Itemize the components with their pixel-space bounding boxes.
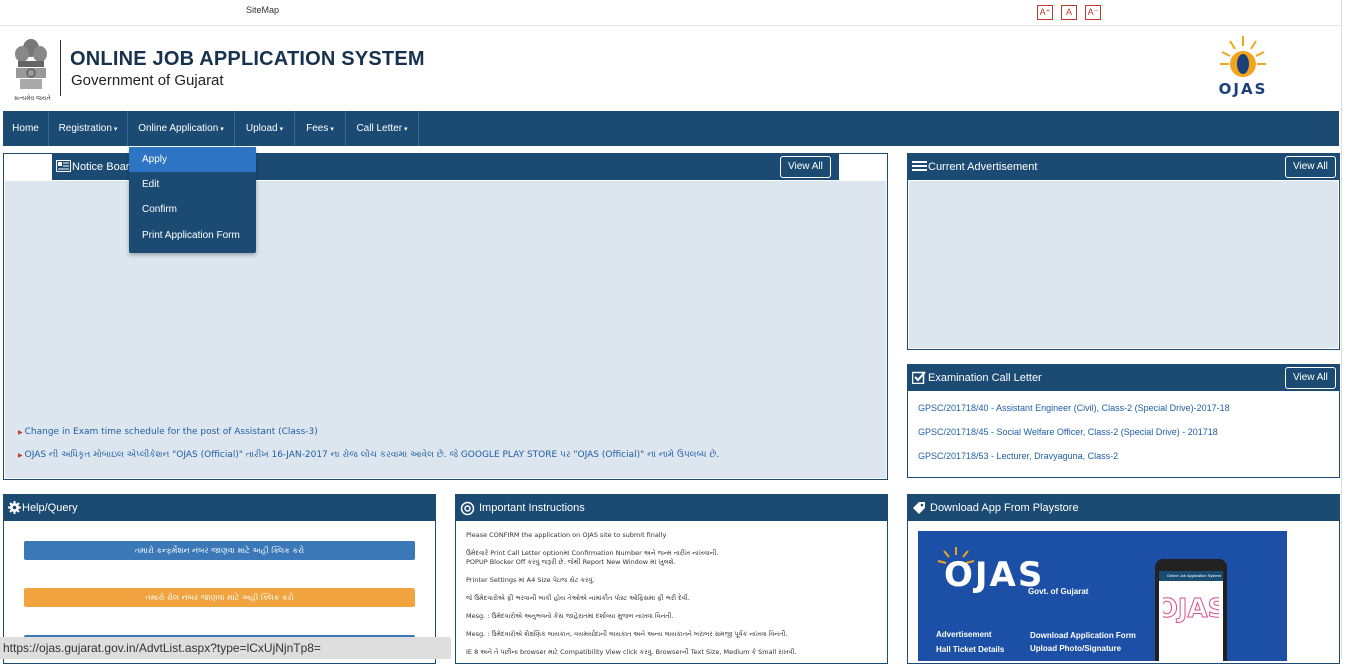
chevron-down-icon: ▾	[404, 126, 408, 133]
news-item-text: OJAS ની અધિકૃત મોબાઇલ એપ્લીકેશન "OJAS (O…	[24, 450, 720, 460]
roll-number-button[interactable]: તમારો રોલ નંબર જાણવા માટે અહી ક્લિક કરો	[24, 588, 415, 607]
instructions-header: Important Instructions	[456, 495, 887, 521]
menu-item-print-application-form[interactable]: Print Application Form	[129, 223, 256, 248]
sitemap-link[interactable]: SiteMap	[246, 5, 279, 15]
current-advertisement-panel: Current Advertisement View All	[907, 153, 1340, 350]
settings-icon	[460, 501, 475, 519]
tag-icon	[912, 501, 926, 518]
header-divider	[60, 40, 61, 96]
nav-online-application[interactable]: Online Application ▾	[128, 111, 235, 146]
nav-registration[interactable]: Registration ▾	[49, 111, 128, 146]
help-query-title: Help/Query	[22, 502, 78, 514]
list-icon	[912, 160, 927, 175]
font-normal-button[interactable]: A	[1061, 5, 1077, 20]
important-instructions-panel: Important Instructions Please CONFIRM th…	[455, 494, 888, 664]
instruction-line: POPUP Blocker Off કરવું જરૂરી છે. જેથી R…	[466, 558, 676, 566]
phone-ojas-graphic: OJAS	[1163, 594, 1219, 625]
phone-app-bar: Online Job Application System	[1159, 571, 1223, 581]
logo-text: OJAS	[1219, 80, 1268, 98]
nav-call-letter[interactable]: Call Letter ▾	[346, 111, 419, 146]
instruction-line: Printer Settings માં A4 Size પેઇજ સેટ કર…	[466, 576, 595, 584]
news-item-text: Change in Exam time schedule for the pos…	[24, 427, 318, 437]
ojas-sun-icon: OJAS	[1219, 36, 1268, 98]
nav-upload-label: Upload	[245, 123, 278, 134]
font-increase-button[interactable]: A⁺	[1037, 5, 1053, 20]
instruction-line: Please CONFIRM the application on OJAS s…	[466, 531, 667, 539]
page-title: ONLINE JOB APPLICATION SYSTEM	[70, 48, 425, 70]
chevron-down-icon: ▾	[279, 126, 284, 133]
download-app-panel: Download App From Playstore OJAS Govt. o…	[907, 494, 1340, 664]
call-letter-link[interactable]: GPSC/201718/53 - Lecturer, Dravyaguna, C…	[918, 451, 1118, 461]
chevron-down-icon: ▾	[220, 126, 224, 133]
nav-online-application-label: Online Application	[138, 123, 219, 134]
playstore-app-banner[interactable]: OJAS Govt. of Gujarat Advertisement Hall…	[918, 531, 1287, 661]
font-decrease-button[interactable]: A⁻	[1085, 5, 1101, 20]
call-letter-panel: Examination Call Letter View All GPSC/20…	[907, 364, 1340, 478]
banner-feature: Download Application Form	[1030, 631, 1136, 640]
emblem-caption: સત્યમેવ જયતે	[14, 95, 51, 102]
phone-mockup: Online Job Application System OJAS	[1155, 559, 1227, 661]
download-app-header: Download App From Playstore	[908, 495, 1339, 521]
top-utility-bar: SiteMap A⁺ A A⁻	[0, 0, 1341, 26]
banner-govt-subtitle: Govt. of Gujarat	[1028, 587, 1089, 596]
nav-registration-label: Registration	[58, 123, 112, 134]
site-header: સત્યમેવ જયતે ONLINE JOB APPLICATION SYST…	[0, 26, 1341, 110]
banner-feature: Upload Photo/Signature	[1030, 644, 1122, 653]
notice-view-all-button[interactable]: View All	[780, 156, 831, 178]
nav-upload[interactable]: Upload ▾	[235, 111, 295, 146]
page-scrollbar[interactable]	[1341, 0, 1346, 659]
online-application-dropdown: Apply Edit Confirm Print Application For…	[129, 147, 256, 253]
nav-fees-label: Fees	[306, 123, 329, 134]
instruction-line: ઉમેદવારે Print Call Letter optionમાં Con…	[466, 549, 719, 557]
gear-icon	[8, 501, 21, 517]
call-letter-header: Examination Call Letter View All	[908, 365, 1339, 391]
call-letter-title: Examination Call Letter	[928, 372, 1042, 384]
national-emblem-icon	[15, 39, 47, 89]
bullet-icon: ▶	[18, 429, 23, 436]
advertisement-header: Current Advertisement View All	[908, 154, 1339, 180]
instruction-line: Mesg. : ઉમેદવારોએ અનુભવનો કેસ જાહેરાતમાં…	[466, 612, 674, 620]
browser-status-url: https://ojas.gujarat.gov.in/AdvtList.asp…	[0, 637, 451, 659]
instruction-line: IE 8 અને તે પછીના browser માટે Compatibi…	[466, 648, 797, 656]
call-letter-link[interactable]: GPSC/201718/40 - Assistant Engineer (Civ…	[918, 403, 1230, 413]
instruction-line: Mesg. : ઉમેદવારોએ શૈક્ષણિક લાયકાત, વયમર્…	[466, 630, 788, 638]
download-app-title: Download App From Playstore	[930, 502, 1079, 514]
instructions-title: Important Instructions	[479, 502, 585, 514]
notice-board-title: Notice Boar	[72, 161, 130, 173]
checkbox-icon	[911, 371, 926, 387]
phone-ojas-text: OJAS	[1163, 594, 1219, 624]
advertisement-title: Current Advertisement	[928, 161, 1038, 173]
banner-feature: Hall Ticket Details	[936, 645, 1005, 654]
main-navbar: Home Registration ▾ Online Application ▾ U…	[3, 111, 1339, 146]
page-subtitle: Government of Gujarat	[71, 72, 224, 89]
banner-feature: Advertisement	[936, 630, 992, 639]
nav-home[interactable]: Home	[3, 111, 49, 146]
menu-item-edit[interactable]: Edit	[129, 172, 256, 197]
nav-home-label: Home	[12, 123, 39, 134]
nav-fees[interactable]: Fees ▾	[295, 111, 346, 146]
instruction-line: જે ઉમેદવારોએ ફી ભરવાની બાકી હોય તેઓએ નામ…	[466, 594, 690, 602]
bullet-icon: ▶	[18, 452, 23, 459]
phone-screen: Online Job Application System OJAS	[1159, 571, 1223, 661]
call-letter-view-all-button[interactable]: View All	[1285, 367, 1336, 389]
news-item[interactable]: ▶ OJAS ની અધિકૃત મોબાઇલ એપ્લીકેશન "OJAS (…	[18, 450, 719, 460]
chevron-down-icon: ▾	[113, 126, 118, 133]
nav-call-letter-label: Call Letter	[356, 123, 403, 134]
help-query-header: Help/Query	[4, 495, 435, 521]
advertisement-body	[909, 181, 1338, 348]
advertisement-view-all-button[interactable]: View All	[1285, 156, 1336, 178]
news-item[interactable]: ▶ Change in Exam time schedule for the po…	[18, 427, 318, 437]
newspaper-icon	[56, 160, 71, 175]
call-letter-link[interactable]: GPSC/201718/45 - Social Welfare Officer,…	[918, 427, 1218, 437]
confirmation-number-button[interactable]: તમારો કન્ફર્મેશન નંબર જાણવા માટે અહી ક્લ…	[24, 541, 415, 560]
menu-item-confirm[interactable]: Confirm	[129, 197, 256, 222]
menu-item-apply[interactable]: Apply	[129, 147, 256, 172]
ojas-logo[interactable]: OJAS	[1212, 32, 1278, 98]
chevron-down-icon: ▾	[330, 126, 334, 133]
